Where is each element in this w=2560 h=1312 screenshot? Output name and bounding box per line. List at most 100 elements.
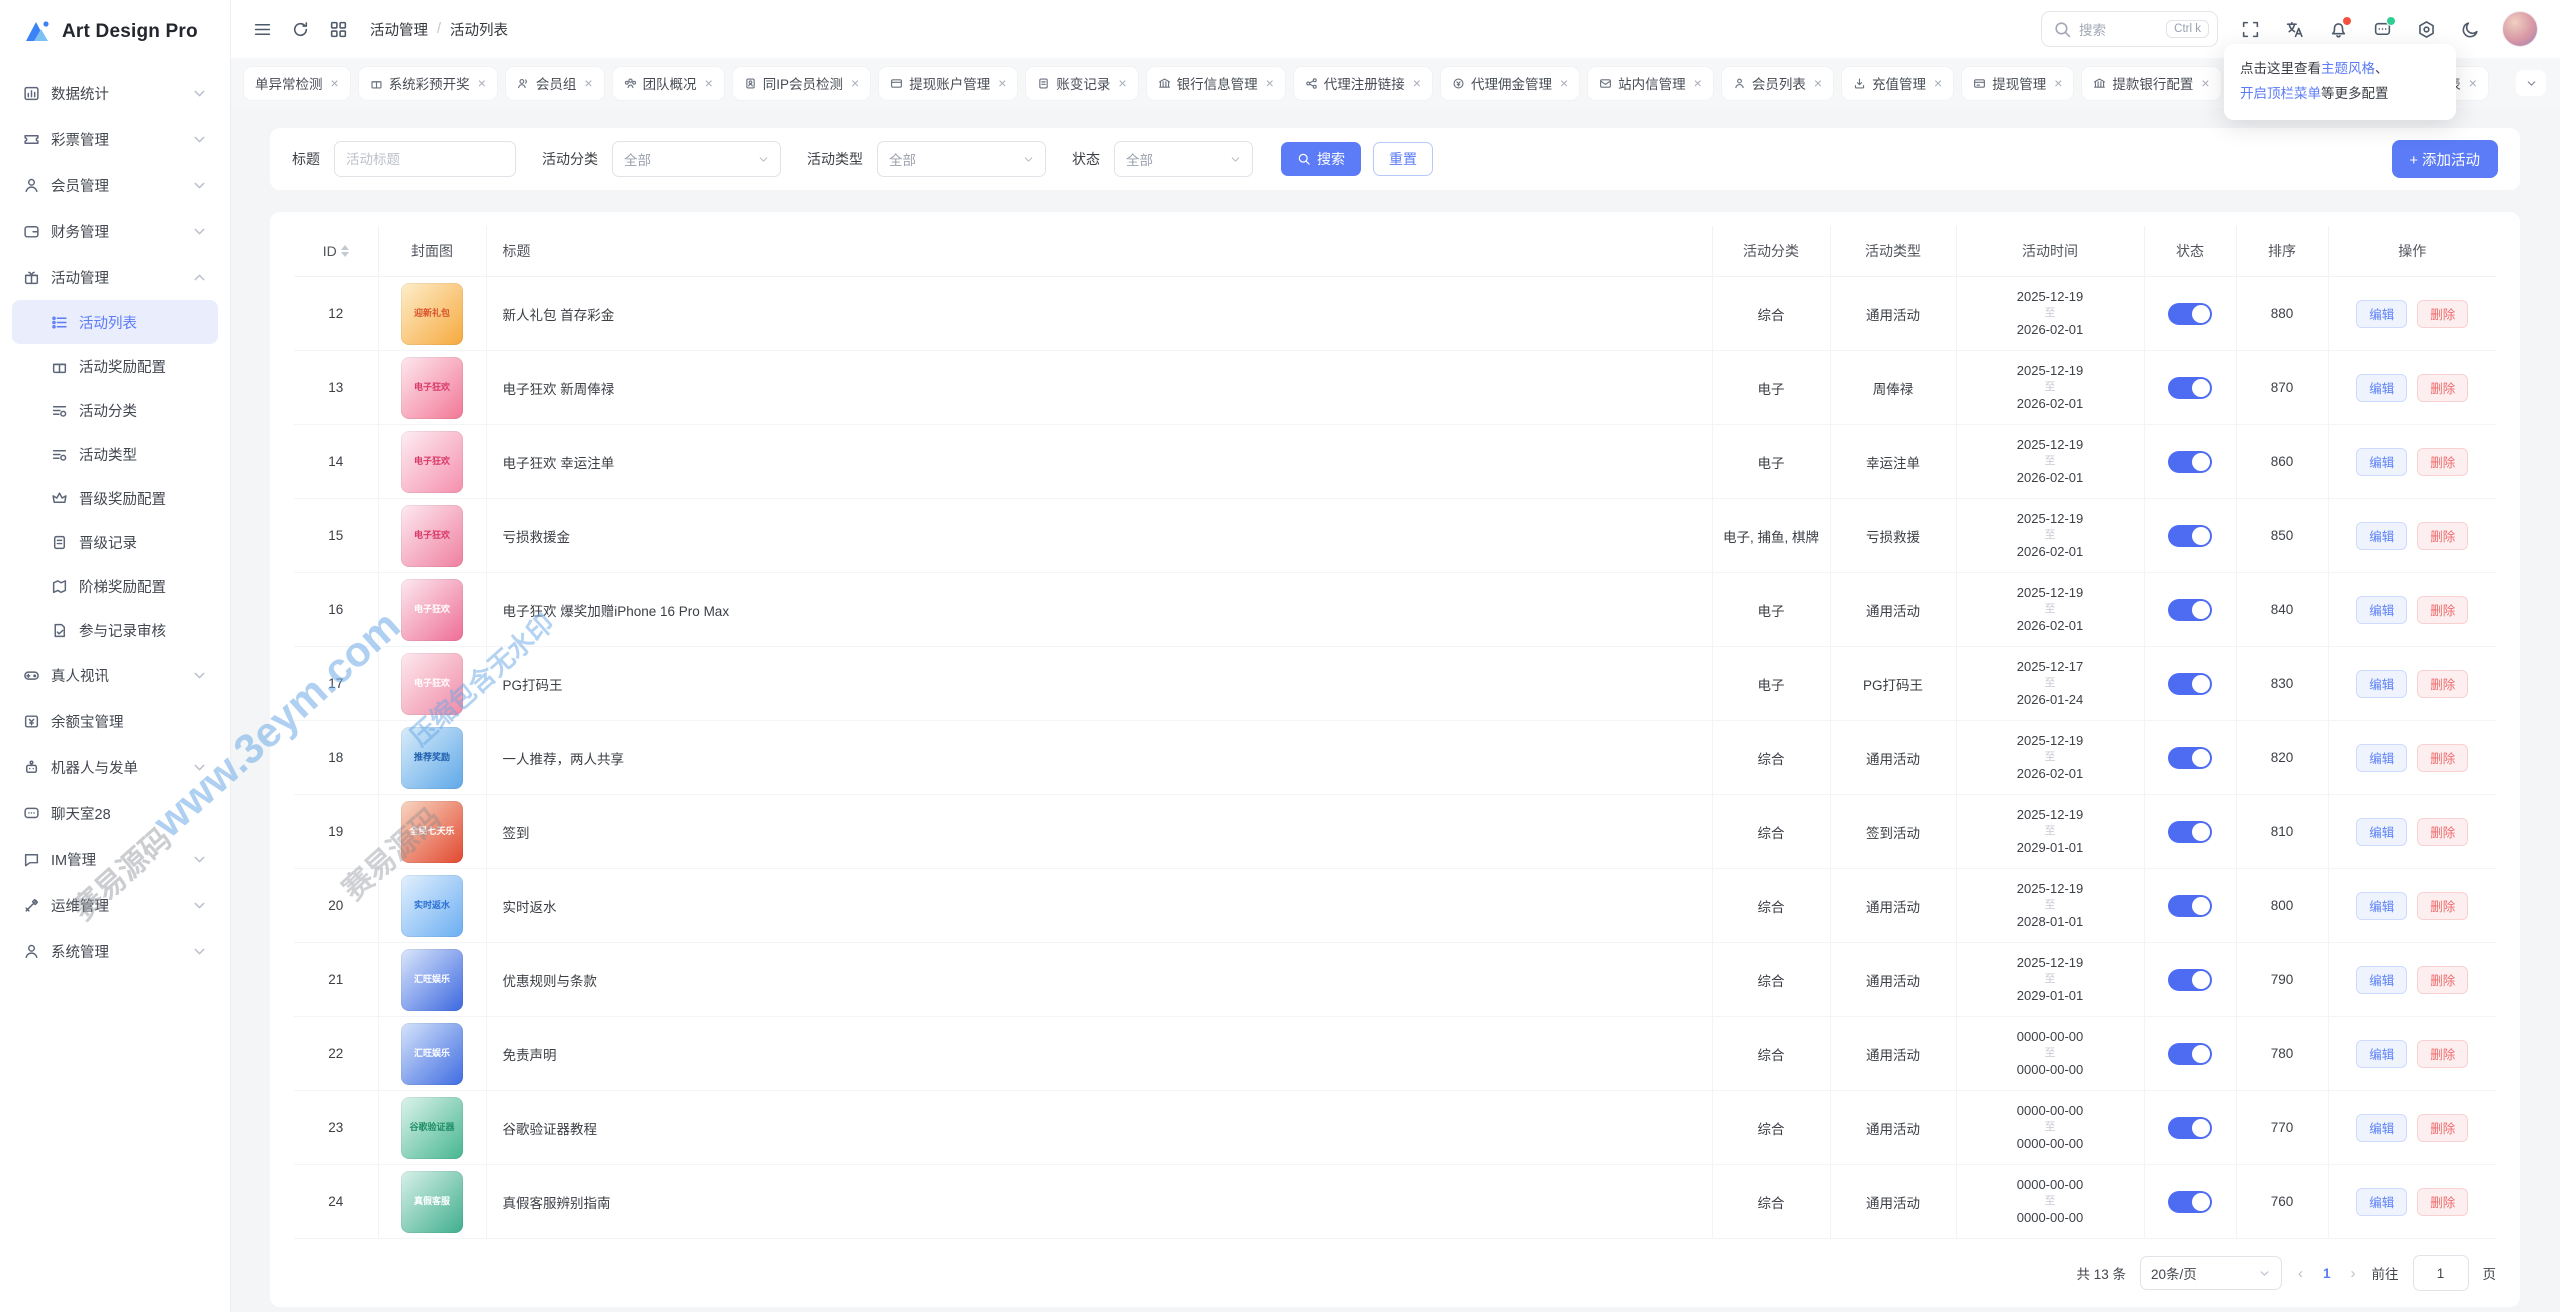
avatar[interactable] [2502,11,2538,47]
sidebar-item-ladder-reward-config[interactable]: 阶梯奖励配置 [12,564,218,608]
edit-button[interactable]: 编辑 [2356,522,2407,550]
prev-page-button[interactable]: ‹ [2296,1265,2305,1282]
sort-icon[interactable] [341,245,349,257]
tab-account-changes[interactable]: 账变记录× [1026,67,1137,100]
sidebar-item-yuebao[interactable]: 余额宝管理 [12,698,218,744]
status-toggle[interactable] [2168,895,2212,917]
tab-withdraw-bank-config[interactable]: 提款银行配置× [2082,67,2220,100]
notifications-icon[interactable] [2326,17,2350,41]
sidebar-item-promotion-reward-config[interactable]: 晋级奖励配置 [12,476,218,520]
tab-recharge[interactable]: 充值管理× [1842,67,1953,100]
translate-icon[interactable] [2282,17,2306,41]
close-icon[interactable]: × [1266,75,1274,91]
close-icon[interactable]: × [331,75,339,91]
reset-button[interactable]: 重置 [1373,142,1433,176]
close-icon[interactable]: × [851,75,859,91]
status-toggle[interactable] [2168,303,2212,325]
tab-lottery-predraw[interactable]: 系统彩预开奖× [359,67,497,100]
tab-site-mail[interactable]: 站内信管理× [1588,67,1713,100]
settings-icon[interactable] [2414,17,2438,41]
sidebar-item-data-stats[interactable]: 数据统计 [12,70,218,116]
tab-same-ip-check[interactable]: 同IP会员检测× [733,67,870,100]
sidebar-item-lottery[interactable]: 彩票管理 [12,116,218,162]
sidebar-item-activities[interactable]: 活动管理 [12,254,218,300]
close-icon[interactable]: × [705,75,713,91]
sidebar-item-activity-reward-config[interactable]: 活动奖励配置 [12,344,218,388]
theme-style-link[interactable]: 主题风格 [2321,61,2375,76]
tab-agent-commission[interactable]: 代理佣金管理× [1441,67,1579,100]
page-size-select[interactable]: 20条/页 [2140,1256,2282,1290]
status-toggle[interactable] [2168,1117,2212,1139]
delete-button[interactable]: 删除 [2417,744,2468,772]
delete-button[interactable]: 删除 [2417,1188,2468,1216]
delete-button[interactable]: 删除 [2417,1114,2468,1142]
dark-mode-icon[interactable] [2458,17,2482,41]
close-icon[interactable]: × [1814,75,1822,91]
delete-button[interactable]: 删除 [2417,1040,2468,1068]
close-icon[interactable]: × [1118,75,1126,91]
edit-button[interactable]: 编辑 [2356,374,2407,402]
sidebar-item-activity-list[interactable]: 活动列表 [12,300,218,344]
delete-button[interactable]: 删除 [2417,374,2468,402]
tab-order-anomaly[interactable]: 单异常检测× [244,67,350,100]
goto-page-input[interactable] [2413,1255,2469,1291]
status-toggle[interactable] [2168,599,2212,621]
close-icon[interactable]: × [1560,75,1568,91]
edit-button[interactable]: 编辑 [2356,670,2407,698]
tab-withdraw[interactable]: 提现管理× [1962,67,2073,100]
edit-button[interactable]: 编辑 [2356,1114,2407,1142]
refresh-icon[interactable] [290,19,310,39]
sidebar-item-participation-audit[interactable]: 参与记录审核 [12,608,218,652]
close-icon[interactable]: × [998,75,1006,91]
sidebar-item-ops[interactable]: 运维管理 [12,882,218,928]
sidebar-item-members[interactable]: 会员管理 [12,162,218,208]
delete-button[interactable]: 删除 [2417,448,2468,476]
next-page-button[interactable]: › [2349,1265,2358,1282]
edit-button[interactable]: 编辑 [2356,1040,2407,1068]
edit-button[interactable]: 编辑 [2356,966,2407,994]
tab-withdraw-accounts[interactable]: 提现账户管理× [879,67,1017,100]
menu-toggle-icon[interactable] [252,19,272,39]
close-icon[interactable]: × [2054,75,2062,91]
status-toggle[interactable] [2168,747,2212,769]
search-input[interactable]: 搜索 Ctrl k [2041,11,2218,47]
sidebar-item-im[interactable]: IM管理 [12,836,218,882]
status-toggle[interactable] [2168,1043,2212,1065]
status-toggle[interactable] [2168,821,2212,843]
tab-member-group[interactable]: 会员组× [506,67,604,100]
sidebar-item-robots[interactable]: 机器人与发单 [12,744,218,790]
tab-agent-register-link[interactable]: 代理注册链接× [1294,67,1432,100]
edit-button[interactable]: 编辑 [2356,448,2407,476]
tab-member-list[interactable]: 会员列表× [1722,67,1833,100]
add-activity-button[interactable]: + 添加活动 [2392,140,2499,178]
status-toggle[interactable] [2168,673,2212,695]
sidebar-item-activity-category[interactable]: 活动分类 [12,388,218,432]
tab-team-overview[interactable]: 团队概况× [613,67,724,100]
status-toggle[interactable] [2168,451,2212,473]
close-icon[interactable]: × [478,75,486,91]
title-filter-input[interactable] [334,141,516,177]
edit-button[interactable]: 编辑 [2356,300,2407,328]
status-toggle[interactable] [2168,377,2212,399]
tab-bank-info[interactable]: 银行信息管理× [1147,67,1285,100]
edit-button[interactable]: 编辑 [2356,596,2407,624]
delete-button[interactable]: 删除 [2417,522,2468,550]
delete-button[interactable]: 删除 [2417,892,2468,920]
status-toggle[interactable] [2168,969,2212,991]
sidebar-item-finance[interactable]: 财务管理 [12,208,218,254]
delete-button[interactable]: 删除 [2417,818,2468,846]
status-toggle[interactable] [2168,525,2212,547]
type-filter-select[interactable]: 全部 [877,141,1046,177]
category-filter-select[interactable]: 全部 [612,141,781,177]
delete-button[interactable]: 删除 [2417,670,2468,698]
delete-button[interactable]: 删除 [2417,966,2468,994]
edit-button[interactable]: 编辑 [2356,744,2407,772]
close-icon[interactable]: × [2469,75,2477,91]
close-icon[interactable]: × [2201,75,2209,91]
close-icon[interactable]: × [1413,75,1421,91]
status-toggle[interactable] [2168,1191,2212,1213]
edit-button[interactable]: 编辑 [2356,1188,2407,1216]
sidebar-item-system[interactable]: 系统管理 [12,928,218,974]
messages-icon[interactable] [2370,17,2394,41]
sidebar-item-promotion-records[interactable]: 晋级记录 [12,520,218,564]
